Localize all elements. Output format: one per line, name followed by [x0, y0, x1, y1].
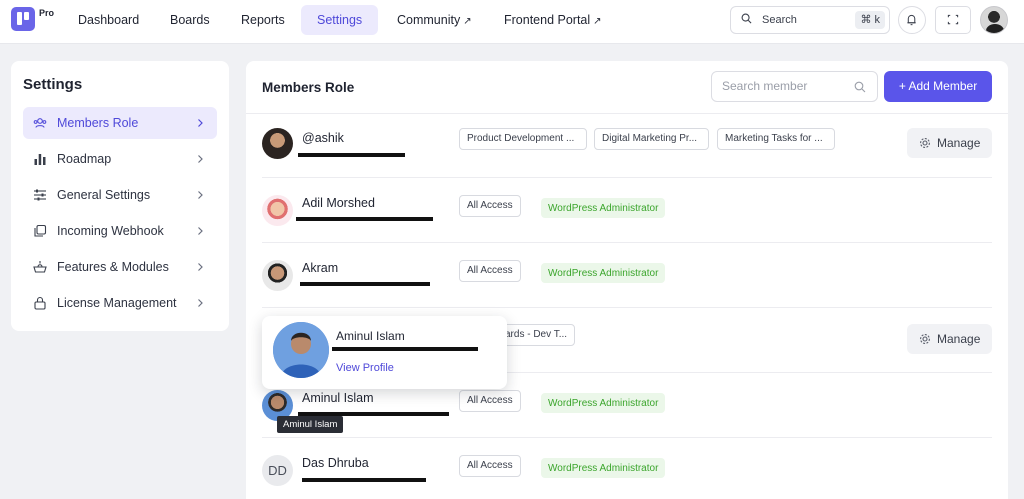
sidebar-item-roadmap[interactable]: Roadmap: [23, 143, 217, 175]
role-badge: WordPress Administrator: [541, 198, 666, 218]
avatar[interactable]: [262, 195, 293, 226]
nav-community[interactable]: Community ↗: [397, 5, 472, 35]
sidebar-item-label: General Settings: [57, 188, 151, 202]
search-shortcut: ⌘ k: [855, 11, 885, 29]
avatar-initials[interactable]: DD: [262, 455, 293, 486]
member-name[interactable]: Aminul Islam: [302, 391, 374, 405]
nav-settings[interactable]: Settings: [301, 5, 379, 35]
member-name[interactable]: Das Dhruba: [302, 456, 369, 470]
sidebar-item-label: Incoming Webhook: [57, 224, 164, 238]
gear-icon: [920, 334, 930, 344]
avatar[interactable]: [262, 260, 293, 291]
fullscreen-button[interactable]: [935, 6, 971, 34]
expand-icon: [947, 14, 959, 25]
manage-button[interactable]: Manage: [907, 128, 992, 158]
chevron-right-icon: [198, 155, 203, 163]
user-avatar[interactable]: [980, 6, 1008, 34]
access-tag: All Access: [459, 260, 521, 282]
add-member-button[interactable]: + Add Member: [884, 71, 992, 102]
top-navigation: Pro Dashboard Boards Reports Settings Co…: [0, 0, 1024, 44]
sidebar-item-label: License Management: [57, 296, 177, 310]
chevron-right-icon: [198, 191, 203, 199]
nav-reports[interactable]: Reports: [241, 5, 285, 35]
profile-popover: Aminul Islam View Profile: [262, 316, 507, 389]
external-link-icon: ↗: [463, 16, 472, 27]
pro-badge: Pro: [39, 8, 55, 18]
member-row: @ashik Product Development ... Digital M…: [262, 114, 992, 178]
lock-icon: [34, 296, 46, 310]
nav-boards[interactable]: Boards: [170, 5, 210, 35]
search-icon: [854, 81, 866, 93]
sliders-icon: [34, 189, 46, 201]
redacted-email: [300, 282, 430, 286]
sidebar-item-general-settings[interactable]: General Settings: [23, 179, 217, 211]
roadmap-icon: [34, 154, 46, 165]
member-row: Adil Morshed All Access WordPress Admini…: [262, 179, 992, 243]
redacted-email: [296, 217, 433, 221]
nav-frontend-portal[interactable]: Frontend Portal ↗: [504, 5, 602, 35]
member-name[interactable]: @ashik: [302, 131, 344, 145]
avatar[interactable]: [262, 128, 293, 159]
sidebar-title: Settings: [23, 76, 83, 93]
members-icon: [33, 118, 47, 128]
member-search-input[interactable]: [722, 79, 852, 93]
bell-icon: [907, 14, 916, 26]
redacted-email: [302, 478, 426, 482]
chevron-right-icon: [198, 119, 203, 127]
popover-name: Aminul Islam: [336, 329, 405, 343]
view-profile-link[interactable]: View Profile: [336, 362, 394, 374]
chevron-right-icon: [198, 227, 203, 235]
chevron-right-icon: [198, 299, 203, 307]
sidebar-item-incoming-webhook[interactable]: Incoming Webhook: [23, 215, 217, 247]
sidebar-item-label: Members Role: [57, 116, 139, 130]
redacted-email: [298, 153, 405, 157]
nav-dashboard[interactable]: Dashboard: [78, 5, 139, 35]
gear-icon: [920, 138, 930, 148]
page-title: Members Role: [262, 80, 355, 95]
notifications-button[interactable]: [898, 6, 926, 34]
manage-label: Manage: [937, 332, 981, 346]
member-row: Akram All Access WordPress Administrator: [262, 244, 992, 308]
sidebar-item-members-role[interactable]: Members Role: [23, 107, 217, 139]
search-label: Search: [762, 14, 797, 26]
member-row: DD Das Dhruba All Access WordPress Admin…: [262, 439, 992, 499]
settings-sidebar: Settings Members Role Roadmap General Se…: [11, 61, 229, 331]
member-name[interactable]: Akram: [302, 261, 338, 275]
name-tooltip: Aminul Islam: [277, 416, 344, 433]
app-logo[interactable]: [11, 7, 35, 31]
search-icon: [741, 13, 752, 24]
sidebar-item-license-management[interactable]: License Management: [23, 287, 217, 319]
global-search[interactable]: Search ⌘ k: [730, 6, 890, 34]
modules-icon: [33, 261, 47, 273]
redacted-email: [332, 347, 478, 351]
chevron-right-icon: [198, 263, 203, 271]
popover-avatar: [273, 322, 329, 378]
board-tag: Product Development ...: [459, 128, 587, 150]
members-role-panel: Members Role + Add Member @ashik Product…: [246, 61, 1008, 499]
member-search[interactable]: [711, 71, 878, 102]
role-badge: WordPress Administrator: [541, 458, 666, 478]
board-tag: Marketing Tasks for ...: [717, 128, 835, 150]
nav-frontend-portal-label: Frontend Portal: [504, 13, 591, 27]
manage-button[interactable]: Manage: [907, 324, 992, 354]
webhook-icon: [34, 224, 47, 237]
nav-community-label: Community: [397, 13, 461, 27]
role-badge: WordPress Administrator: [541, 263, 666, 283]
external-link-icon: ↗: [593, 16, 602, 27]
sidebar-item-features-modules[interactable]: Features & Modules: [23, 251, 217, 283]
member-name[interactable]: Adil Morshed: [302, 196, 375, 210]
access-tag: All Access: [459, 390, 521, 412]
sidebar-item-label: Features & Modules: [57, 260, 169, 274]
access-tag: All Access: [459, 195, 521, 217]
sidebar-item-label: Roadmap: [57, 152, 112, 166]
role-badge: WordPress Administrator: [541, 393, 666, 413]
board-tag: Digital Marketing Pr...: [594, 128, 709, 150]
manage-label: Manage: [937, 136, 981, 150]
access-tag: All Access: [459, 455, 521, 477]
person-photo: [273, 322, 329, 378]
